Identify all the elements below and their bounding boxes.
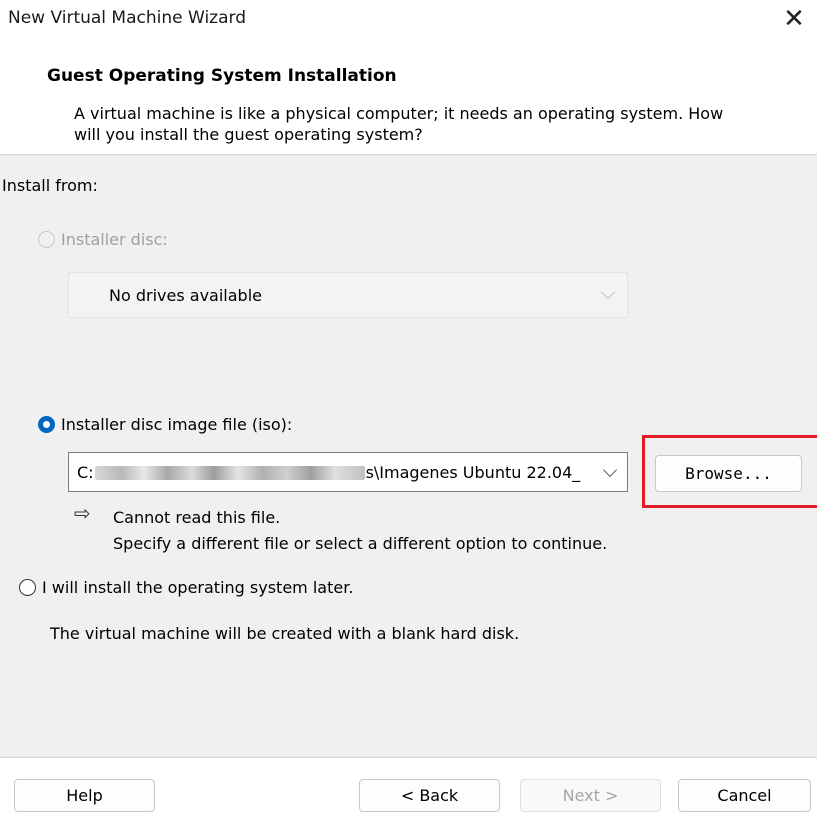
install-later-radio[interactable] [19, 579, 36, 596]
window-title: New Virtual Machine Wizard [8, 8, 246, 28]
close-icon[interactable]: ✕ [777, 4, 811, 34]
page-description: A virtual machine is like a physical com… [74, 104, 724, 144]
install-from-label: Install from: [2, 176, 98, 195]
install-later-option[interactable]: I will install the operating system late… [19, 578, 353, 597]
next-button: Next > [520, 779, 661, 812]
warning-detail: Specify a different file or select a dif… [113, 534, 608, 553]
chevron-down-icon [600, 284, 616, 300]
redacted-path-segment [94, 465, 365, 480]
chevron-down-icon[interactable] [602, 462, 618, 478]
iso-path-combobox[interactable]: C: s\Imagenes Ubuntu 22.04_ [68, 452, 628, 492]
drive-dropdown: No drives available [68, 272, 628, 318]
page-heading: Guest Operating System Installation [47, 66, 397, 86]
browse-button[interactable]: Browse... [655, 455, 802, 492]
installer-disc-radio [38, 231, 55, 248]
iso-path-suffix: s\Imagenes Ubuntu 22.04_ [365, 463, 581, 482]
arrow-right-icon: ⇨ [74, 501, 91, 525]
install-later-label[interactable]: I will install the operating system late… [42, 578, 353, 597]
cancel-button[interactable]: Cancel [678, 779, 811, 812]
help-button[interactable]: Help [14, 779, 155, 812]
iso-path-prefix: C: [77, 463, 94, 482]
installer-disc-option: Installer disc: [38, 230, 168, 249]
back-button[interactable]: < Back [359, 779, 500, 812]
drive-dropdown-value: No drives available [109, 286, 262, 305]
installer-disc-label: Installer disc: [61, 230, 168, 249]
warning-title: Cannot read this file. [113, 508, 281, 527]
iso-option[interactable]: Installer disc image file (iso): [38, 415, 292, 434]
iso-path-value[interactable]: C: s\Imagenes Ubuntu 22.04_ [77, 463, 580, 482]
install-later-description: The virtual machine will be created with… [50, 624, 520, 643]
iso-label[interactable]: Installer disc image file (iso): [61, 415, 292, 434]
iso-radio[interactable] [38, 416, 55, 433]
